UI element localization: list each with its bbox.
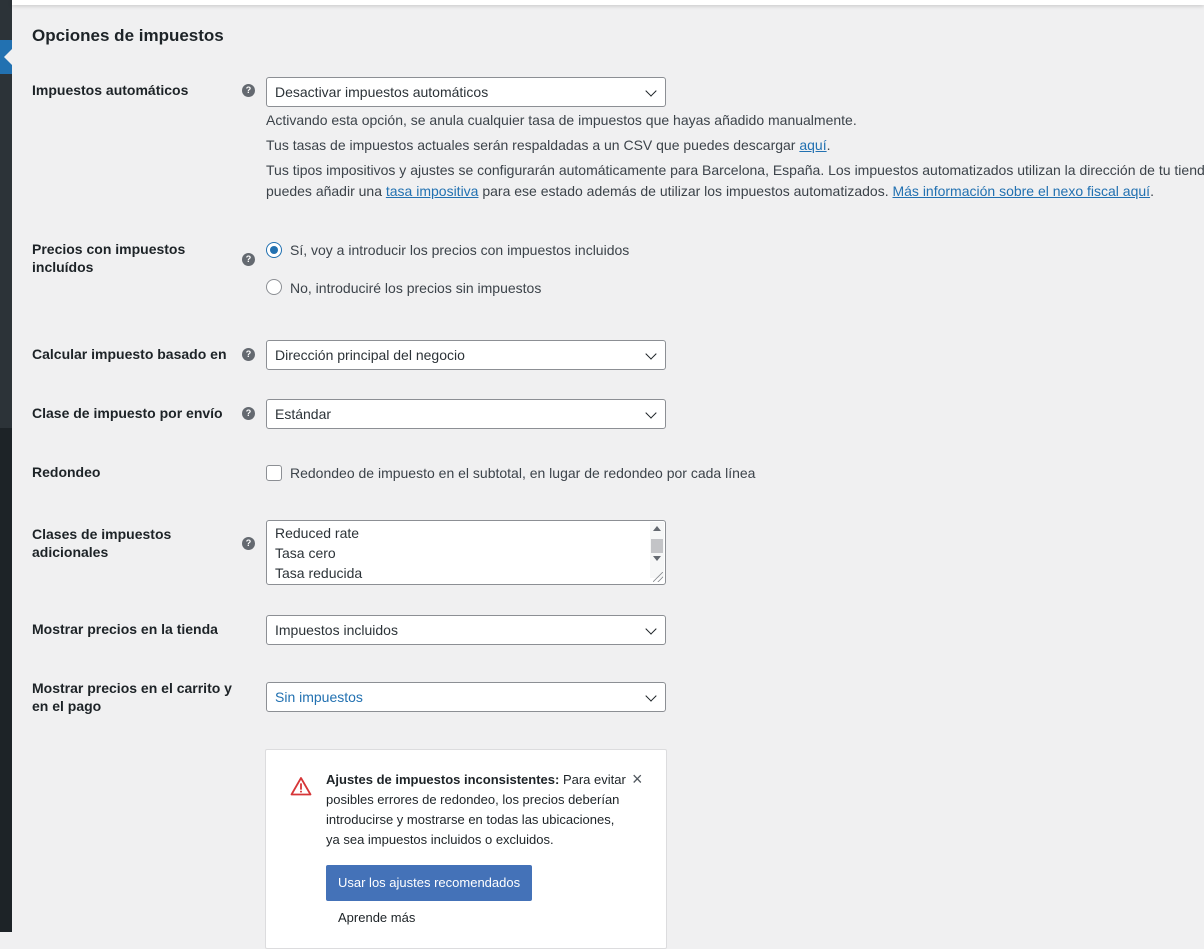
display-cart-label: Mostrar precios en el carrito y en el pa… [32,679,242,715]
textarea-scrollbar[interactable] [650,522,664,578]
auto-tax-desc-3: Tus tipos impositivos y ajustes se confi… [266,162,1204,178]
display-shop-value: Impuestos incluidos [275,622,398,638]
notice-text: Para evitar [559,772,626,787]
rounding-checkbox[interactable] [266,465,282,481]
auto-tax-desc-1: Activando esta opción, se anula cualquie… [266,112,857,128]
use-recommended-settings-button[interactable]: Usar los ajustes recomendados [326,865,533,901]
auto-tax-desc-2: Tus tasas de impuestos actuales serán re… [266,135,831,155]
learn-more-link[interactable]: Aprende más [338,910,415,925]
display-cart-value: Sin impuestos [275,689,363,705]
tax-class-line: Tasa reducida [275,565,363,581]
label-line: adicionales [32,544,109,560]
tax-rate-link[interactable]: tasa impositiva [386,183,479,199]
chevron-down-icon [645,407,657,419]
notice-message: Ajustes de impuestos inconsistentes: Par… [326,770,626,850]
desc-text: para ese estado además de utilizar los i… [478,183,893,199]
notice-text: posibles errores de redondeo, los precio… [326,792,620,807]
inconsistent-tax-notice: × Ajustes de impuestos inconsistentes: P… [265,749,667,949]
auto-tax-value: Desactivar impuestos automáticos [275,84,489,100]
display-shop-label: Mostrar precios en la tienda [32,621,218,637]
label-line: Precios con impuestos [32,241,186,257]
label-line: Mostrar precios en el carrito y [32,680,232,696]
help-icon[interactable]: ? [242,537,255,550]
scroll-thumb[interactable] [651,539,663,553]
auto-tax-desc-4: puedes añadir una tasa impositiva para e… [266,181,1154,201]
prices-incl-label: Precios con impuestos incluídos [32,240,232,276]
tax-nexus-info-link[interactable]: Más información sobre el nexo fiscal aqu… [892,183,1150,199]
desc-text: puedes añadir una [266,183,386,199]
prices-incl-yes-radio[interactable] [266,242,282,258]
tax-class-line: Tasa cero [275,545,336,561]
prices-incl-no-radio[interactable] [266,279,282,295]
shipping-class-label: Clase de impuesto por envío [32,405,223,421]
chevron-down-icon [645,690,657,702]
notice-text: introducirse y mostrarse en todas las ub… [326,812,615,827]
label-line: en el pago [32,698,102,714]
notice-title: Ajustes de impuestos inconsistentes: [326,772,560,787]
display-cart-select[interactable]: Sin impuestos [266,682,666,712]
chevron-down-icon [645,348,657,360]
desc-end: . [1150,183,1154,199]
calc-based-value: Dirección principal del negocio [275,347,465,363]
chevron-down-icon [645,623,657,635]
scroll-up-icon[interactable] [653,526,661,531]
section-title: Opciones de impuestos [32,26,224,45]
calc-based-select[interactable]: Dirección principal del negocio [266,340,666,370]
help-icon[interactable]: ? [242,84,255,97]
display-shop-select[interactable]: Impuestos incluidos [266,615,666,645]
help-icon[interactable]: ? [242,407,255,420]
admin-sidebar-edge [0,0,12,932]
warning-triangle-icon [290,777,312,796]
help-icon[interactable]: ? [242,253,255,266]
label-line: Clases de impuestos [32,526,172,542]
additional-classes-textarea[interactable]: Reduced rate Tasa cero Tasa reducida [266,520,666,585]
close-icon[interactable]: × [632,770,643,788]
calc-based-label: Calcular impuesto basado en [32,346,227,362]
resize-handle-icon[interactable] [653,572,663,582]
scroll-down-icon[interactable] [653,556,661,561]
top-panel-edge [12,0,1204,5]
active-menu-arrow-icon [4,49,12,65]
tax-class-line: Reduced rate [275,525,360,541]
desc-text: Tus tasas de impuestos actuales serán re… [266,137,800,153]
chevron-down-icon [645,85,657,97]
auto-tax-select[interactable]: Desactivar impuestos automáticos [266,77,666,107]
shipping-class-select[interactable]: Estándar [266,399,666,429]
label-line: incluídos [32,259,94,275]
rounding-checkbox-label[interactable]: Redondeo de impuesto en el subtotal, en … [290,464,755,482]
desc-end: . [826,137,831,153]
auto-tax-label: Impuestos automáticos [32,82,189,98]
notice-text: ya sea impuestos incluidos o excluidos. [326,832,554,847]
shipping-class-value: Estándar [275,406,332,422]
help-icon[interactable]: ? [242,348,255,361]
prices-incl-yes-label[interactable]: Sí, voy a introducir los precios con imp… [290,241,629,259]
rounding-label: Redondeo [32,464,101,480]
additional-classes-label: Clases de impuestos adicionales [32,525,232,561]
prices-incl-no-label[interactable]: No, introduciré los precios sin impuesto… [290,279,541,297]
download-csv-link[interactable]: aquí [799,137,826,153]
